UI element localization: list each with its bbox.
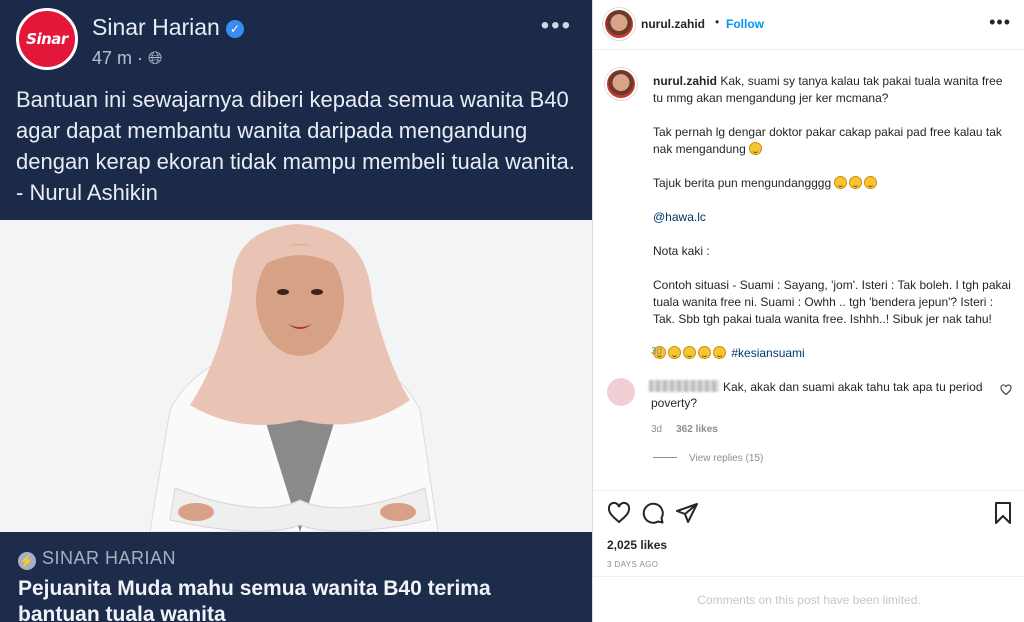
grinning-emoji-icon bbox=[834, 176, 848, 189]
fb-source-text: SINAR HARIAN bbox=[42, 548, 177, 568]
globe-icon: 🌐︎ bbox=[148, 48, 163, 68]
post-actions-bar bbox=[593, 490, 1024, 532]
hashtag-link[interactable]: #kesiansuami bbox=[731, 346, 804, 360]
share-icon[interactable] bbox=[675, 501, 699, 525]
fb-time-text: 47 m · bbox=[92, 48, 149, 68]
comment-text: Kak, akak dan suami akak tahu tak apa tu… bbox=[651, 380, 983, 410]
instagram-post-panel: nurul.zahid • Follow ••• nurul.zahid Kak… bbox=[592, 0, 1024, 622]
view-replies-link[interactable]: View replies (15) bbox=[653, 453, 763, 464]
author-username[interactable]: nurul.zahid bbox=[641, 17, 705, 31]
grinning-emoji-icon bbox=[698, 346, 711, 359]
follow-button[interactable]: Follow bbox=[726, 17, 764, 31]
post-likes-count[interactable]: 2,025 likes bbox=[607, 538, 667, 552]
fb-page-name: Sinar Harian ✓ bbox=[92, 14, 244, 41]
caption-age: 3d bbox=[651, 346, 663, 357]
comment-likes[interactable]: 362 likes bbox=[676, 424, 718, 435]
caption-p5: Contoh situasi - Suami : Sayang, 'jom'. … bbox=[653, 278, 1011, 326]
lightning-icon: ⚡ bbox=[18, 552, 36, 570]
fb-link-headline: Pejuanita Muda mahu semua wanita B40 ter… bbox=[18, 577, 491, 622]
fb-post-body: Bantuan ini sewajarnya diberi kepada sem… bbox=[16, 87, 575, 205]
grinning-emoji-icon bbox=[849, 176, 863, 189]
grinning-emoji-icon bbox=[668, 346, 681, 359]
more-options-icon[interactable]: ••• bbox=[989, 12, 1011, 33]
comment-age: 3d bbox=[651, 424, 663, 435]
fb-post-time: 47 m · 🌐︎ bbox=[92, 48, 162, 69]
fb-post-photo bbox=[0, 220, 592, 532]
comments-limited-notice: Comments on this post have been limited. bbox=[593, 576, 1024, 622]
fb-more-icon: ••• bbox=[540, 12, 572, 39]
ig-post-header: nurul.zahid • Follow ••• bbox=[593, 0, 1024, 50]
header-separator: • bbox=[715, 15, 720, 29]
logo-text: Sinar bbox=[26, 30, 68, 48]
author-avatar[interactable] bbox=[603, 8, 635, 40]
sinar-harian-logo: Sinar bbox=[16, 8, 78, 70]
grinning-emoji-icon bbox=[864, 176, 878, 189]
verified-badge-icon: ✓ bbox=[225, 20, 244, 38]
fb-page-name-text: Sinar Harian bbox=[92, 14, 220, 40]
fb-post-header: Sinar Sinar Harian ✓ 47 m · 🌐︎ ••• bbox=[0, 0, 592, 78]
comment-icon[interactable] bbox=[641, 501, 665, 525]
mention-link[interactable]: @hawa.lc bbox=[653, 210, 706, 224]
grinning-emoji-icon bbox=[749, 142, 763, 155]
fb-link-preview: ⚡ SINAR HARIAN Pejuanita Muda mahu semua … bbox=[0, 532, 592, 622]
heart-icon[interactable] bbox=[607, 501, 631, 525]
post-caption: nurul.zahid Kak, suami sy tanya kalau ta… bbox=[653, 73, 1013, 379]
caption-p2: Tak pernah lg dengar doktor pakar cakap … bbox=[653, 125, 1002, 156]
caption-p3: Tajuk berita pun mengundangggg bbox=[653, 176, 832, 190]
comment-like-heart-icon[interactable] bbox=[1000, 384, 1012, 396]
post-date: 3 DAYS AGO bbox=[607, 560, 659, 569]
caption-avatar[interactable] bbox=[605, 68, 637, 100]
shared-facebook-image: Sinar Sinar Harian ✓ 47 m · 🌐︎ ••• Bantua… bbox=[0, 0, 592, 622]
grinning-emoji-icon bbox=[713, 346, 726, 359]
commenter-avatar[interactable] bbox=[607, 378, 635, 406]
bookmark-icon[interactable] bbox=[991, 501, 1015, 525]
fb-link-source: ⚡ SINAR HARIAN bbox=[18, 548, 176, 570]
caption-p4: Nota kaki : bbox=[653, 244, 710, 258]
caption-username[interactable]: nurul.zahid bbox=[653, 74, 717, 88]
comment-meta: 3d 362 likes bbox=[651, 424, 718, 435]
grinning-emoji-icon bbox=[683, 346, 696, 359]
